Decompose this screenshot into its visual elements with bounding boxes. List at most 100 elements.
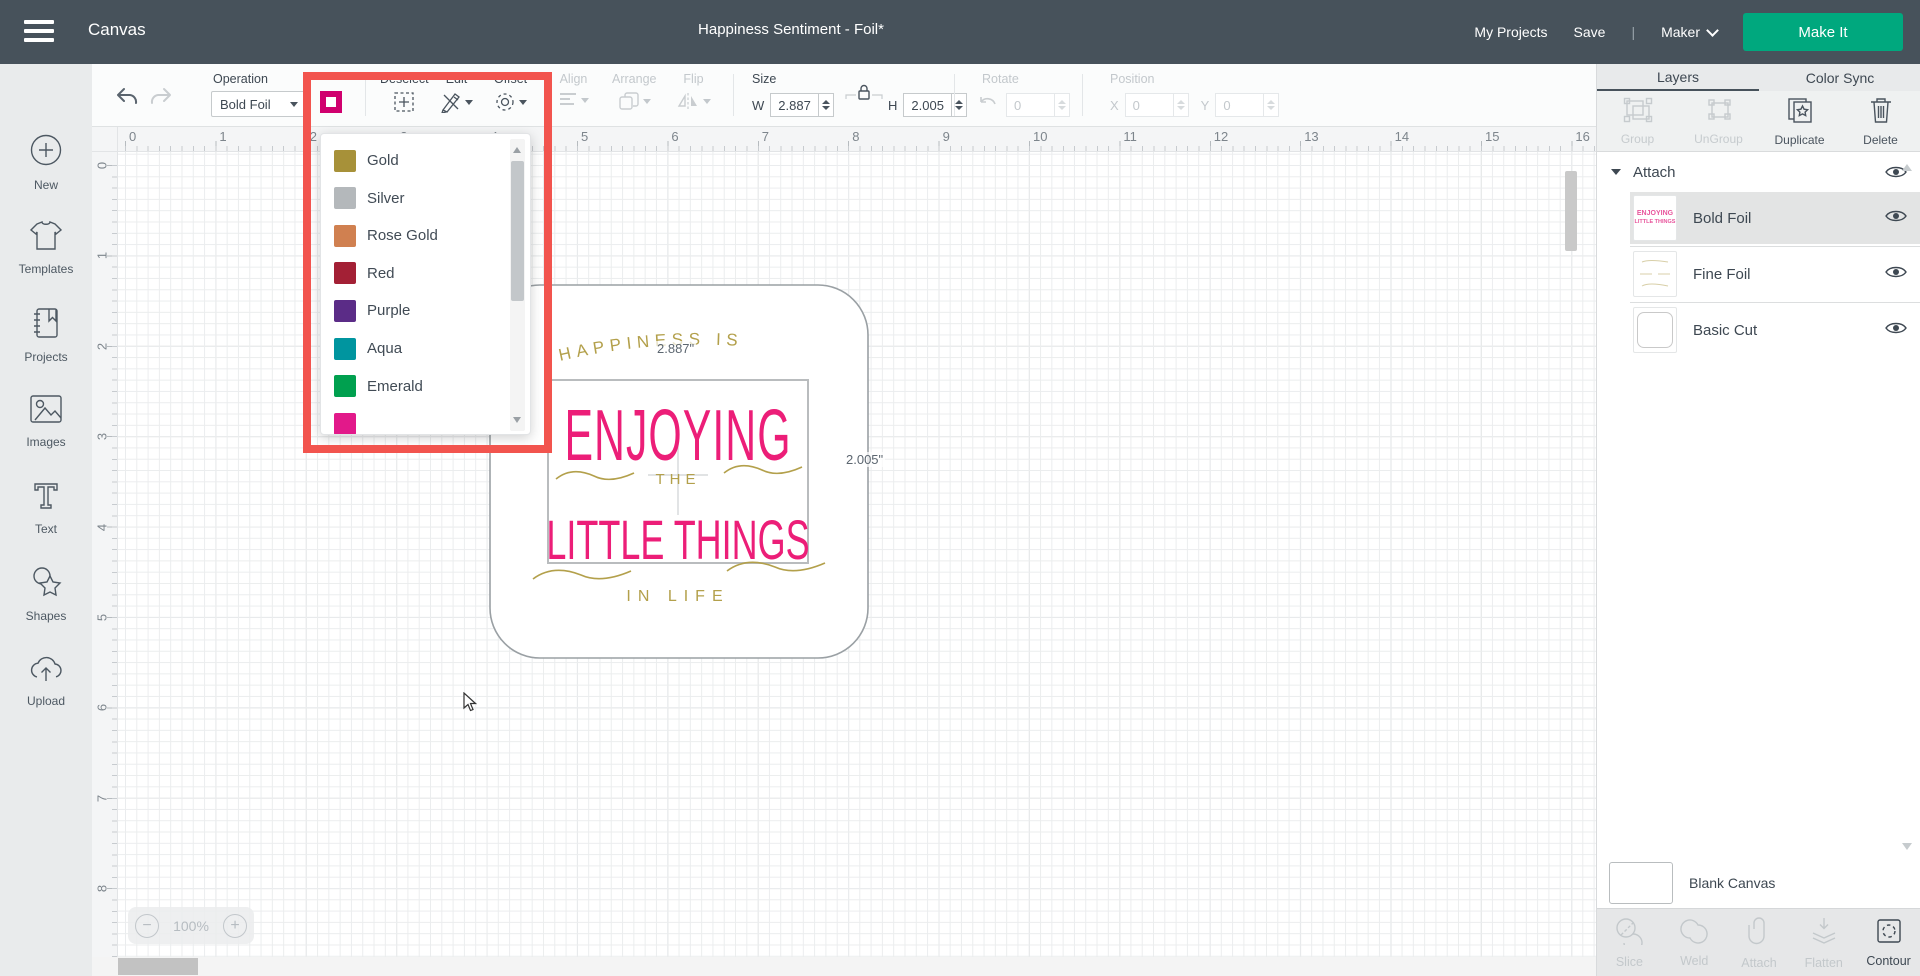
color-option-rose-gold[interactable]: Rose Gold [321, 217, 506, 254]
flip-label: Flip [683, 72, 703, 86]
attach-group-header[interactable]: Attach [1597, 152, 1920, 192]
color-option-gold[interactable]: Gold [321, 142, 506, 179]
width-field[interactable]: 2.887 [770, 93, 834, 117]
make-it-button[interactable]: Make It [1743, 13, 1903, 51]
x-input: 0 [1125, 93, 1173, 117]
group-button[interactable]: Group [1597, 91, 1678, 151]
canvas-horizontal-scrollbar-track[interactable] [92, 957, 1596, 976]
layer-row-fine-foil[interactable]: Fine Foil [1630, 248, 1920, 300]
my-projects-link[interactable]: My Projects [1474, 24, 1547, 40]
x-stepper[interactable] [1173, 93, 1189, 117]
align-button[interactable]: Align [558, 72, 589, 109]
redo-icon[interactable] [148, 86, 174, 108]
h-ruler-number: 16 [1575, 129, 1589, 144]
layer-row-bold-foil[interactable]: ENJOYINGLITTLE THINGS Bold Foil [1630, 192, 1920, 244]
color-option-partial[interactable] [321, 405, 506, 435]
y-field[interactable]: 0 [1215, 93, 1279, 117]
scroll-up-icon[interactable] [513, 147, 521, 153]
dropdown-scrollbar[interactable] [510, 139, 525, 431]
layer-actions-bar: Group UnGroup Duplicate Delete [1597, 91, 1920, 152]
edit-button[interactable]: Edit [440, 72, 473, 113]
color-swatch-icon [334, 300, 356, 322]
color-swatch-icon [334, 187, 356, 209]
h-ruler-number: 8 [852, 129, 859, 144]
group-name: Attach [1633, 164, 1885, 181]
sidebar-item-projects[interactable]: Projects [0, 295, 92, 375]
canvas-horizontal-scrollbar-thumb[interactable] [118, 958, 198, 975]
layer-color-swatch-button[interactable] [320, 91, 342, 113]
sidebar-item-text[interactable]: Text [0, 468, 92, 548]
width-input: 2.887 [770, 93, 818, 117]
canvas-label: Canvas [88, 20, 146, 40]
y-stepper[interactable] [1263, 93, 1279, 117]
machine-selector[interactable]: Maker [1661, 24, 1717, 40]
sidebar-item-images[interactable]: Images [0, 382, 92, 462]
design-canvas[interactable]: 012345678910111213141516 012345678 HAPPI… [92, 127, 1596, 976]
v-ruler-number: 4 [95, 519, 110, 535]
slice-tool-button[interactable]: Slice [1597, 909, 1662, 976]
color-option-aqua[interactable]: Aqua [321, 330, 506, 367]
align-label: Align [560, 72, 588, 86]
eye-visibility-icon[interactable] [1885, 208, 1920, 229]
attach-tool-button[interactable]: Attach [1727, 909, 1792, 976]
color-option-silver[interactable]: Silver [321, 180, 506, 217]
height-label: H [888, 98, 897, 113]
duplicate-button[interactable]: Duplicate [1759, 91, 1840, 151]
v-ruler-number: 8 [95, 881, 110, 897]
zoom-in-button[interactable]: + [223, 914, 247, 938]
ungroup-button[interactable]: UnGroup [1678, 91, 1759, 151]
panel-scroll-up-icon[interactable] [1902, 164, 1912, 171]
color-option-emerald[interactable]: Emerald [321, 368, 506, 405]
color-option-purple[interactable]: Purple [321, 292, 506, 329]
tab-color-sync[interactable]: Color Sync [1759, 64, 1920, 91]
zoom-out-button[interactable]: − [135, 914, 159, 938]
operation-select[interactable]: Bold Foil [211, 91, 307, 117]
cricut-design-space-app: Canvas Happiness Sentiment - Foil* My Pr… [0, 0, 1920, 976]
undo-icon[interactable] [114, 86, 140, 108]
eye-visibility-icon[interactable] [1885, 264, 1920, 285]
arrange-label: Arrange [612, 72, 656, 86]
tab-layers[interactable]: Layers [1597, 64, 1759, 91]
hamburger-menu-icon[interactable] [24, 20, 54, 44]
layers-panel: Layers Color Sync Group UnGroup Duplicat… [1596, 64, 1920, 976]
collapse-triangle-icon[interactable] [1611, 169, 1621, 175]
h-ruler-number: 12 [1214, 129, 1228, 144]
panel-scroll-down-icon[interactable] [1902, 843, 1912, 850]
rotate-stepper[interactable] [1054, 93, 1070, 117]
rotate-field[interactable]: 0 [1006, 93, 1070, 117]
sidebar-item-shapes[interactable]: Shapes [0, 555, 92, 635]
deselect-button[interactable]: Deselect [380, 72, 429, 113]
height-field[interactable]: 2.005 [903, 93, 967, 117]
blank-canvas-row[interactable]: Blank Canvas [1597, 858, 1920, 908]
sidebar-item-new[interactable]: New [0, 122, 92, 202]
layer-name: Basic Cut [1693, 322, 1869, 339]
sidebar-item-templates[interactable]: Templates [0, 209, 92, 289]
design-artwork[interactable]: HAPPINESS IS ENJOYING THE LITTLE THINGS … [488, 283, 870, 660]
contour-tool-button[interactable]: Contour [1856, 909, 1920, 976]
layer-row-basic-cut[interactable]: Basic Cut [1630, 304, 1920, 356]
blank-canvas-swatch[interactable] [1609, 862, 1673, 904]
rotate-icon [978, 95, 998, 115]
arrange-button[interactable]: Arrange [612, 72, 656, 111]
edit-label: Edit [446, 72, 468, 86]
scroll-down-icon[interactable] [513, 417, 521, 423]
design-word-the: THE [656, 471, 701, 488]
dropdown-scrollbar-thumb[interactable] [511, 161, 524, 301]
sidebar-item-label: New [34, 178, 58, 192]
offset-button[interactable]: Offset [494, 72, 527, 113]
projects-book-icon [31, 307, 61, 344]
x-field[interactable]: 0 [1125, 93, 1189, 117]
sidebar-item-upload[interactable]: Upload [0, 641, 92, 721]
eye-visibility-icon[interactable] [1885, 320, 1920, 341]
sidebar-item-label: Upload [27, 694, 65, 708]
delete-button[interactable]: Delete [1840, 91, 1920, 151]
save-link[interactable]: Save [1574, 24, 1606, 40]
flip-button[interactable]: Flip [676, 72, 711, 111]
weld-tool-button[interactable]: Weld [1662, 909, 1727, 976]
operation-value: Bold Foil [220, 97, 271, 112]
color-option-red[interactable]: Red [321, 255, 506, 292]
images-picture-icon [29, 394, 63, 429]
flatten-tool-button[interactable]: Flatten [1791, 909, 1856, 976]
canvas-vertical-scrollbar[interactable] [1565, 171, 1577, 251]
width-stepper[interactable] [818, 93, 834, 117]
